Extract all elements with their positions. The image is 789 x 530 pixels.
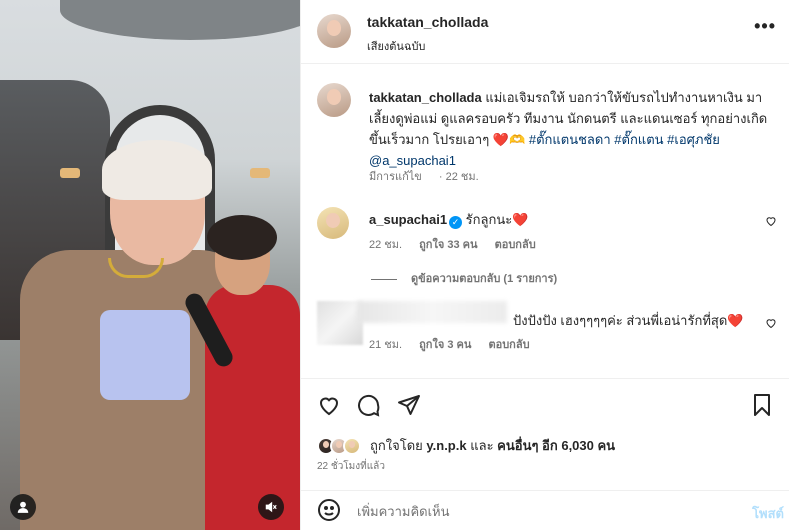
comment-body: ปังปังปัง เฮงๆๆๆๆค่ะ ส่วนพี่เอน่ารักที่ส…: [513, 313, 728, 328]
comment-heart-icon[interactable]: [765, 317, 777, 332]
commenter-username[interactable]: a_supachai1: [369, 212, 447, 227]
caption-avatar[interactable]: [317, 83, 351, 117]
second-person: [205, 215, 300, 530]
heart-emoji: ❤️: [512, 212, 529, 227]
caption-text: takkatan_chollada แม่เอเจิมรถให้ บอกว่าใ…: [369, 87, 769, 171]
add-comment-bar: โพสต์: [301, 490, 789, 530]
comment-body: รักลูกนะ: [465, 212, 513, 227]
edited-label: มีการแก้ไข · 22 ชม.: [369, 171, 479, 183]
author-username[interactable]: takkatan_chollada: [367, 14, 488, 30]
comment-likes[interactable]: ถูกใจ 3 คน: [419, 339, 471, 351]
commenter-avatar[interactable]: [317, 301, 363, 345]
post-details-panel: takkatan_chollada เสียงต้นฉบับ ••• takka…: [300, 0, 789, 530]
hashtag-link[interactable]: #ตั๊กแตนชลดา: [529, 132, 611, 147]
audio-label[interactable]: เสียงต้นฉบับ: [367, 37, 425, 55]
verified-icon: ✓: [449, 216, 463, 229]
comment-meta: 22 ชม. ถูกใจ 33 คน ตอบกลับ: [369, 235, 550, 253]
comments-scroll[interactable]: takkatan_chollada แม่เอเจิมรถให้ บอกว่าใ…: [301, 65, 789, 378]
reply-button[interactable]: ตอบกลับ: [495, 239, 536, 251]
post-button[interactable]: โพสต์: [752, 503, 784, 524]
author-avatar[interactable]: [317, 14, 351, 48]
likes-count[interactable]: ถูกใจโดย y.n.p.k และ คนอื่นๆ อีก 6,030 ค…: [370, 435, 615, 456]
mention-link[interactable]: @a_supachai1: [369, 153, 456, 168]
reply-button[interactable]: ตอบกลับ: [488, 339, 529, 351]
others-count[interactable]: คนอื่นๆ อีก 6,030 คน: [497, 438, 615, 453]
user-tag-icon[interactable]: [10, 494, 36, 520]
more-icon[interactable]: •••: [754, 16, 776, 37]
caption-meta: มีการแก้ไข · 22 ชม.: [369, 167, 507, 185]
caption-username[interactable]: takkatan_chollada: [369, 90, 482, 105]
share-icon[interactable]: [397, 393, 423, 419]
hashtag-link[interactable]: #ตั๊กแตน: [614, 132, 663, 147]
comment-meta: 21 ชม. ถูกใจ 3 คน ตอบกลับ: [369, 335, 544, 353]
likes-summary: ถูกใจโดย y.n.p.k และ คนอื่นๆ อีก 6,030 ค…: [317, 435, 615, 456]
caption-emojis: ❤️🫶: [492, 132, 526, 147]
view-replies-button[interactable]: ดูข้อความตอบกลับ (1 รายการ): [371, 269, 557, 287]
commenter-username-blurred[interactable]: [357, 301, 507, 323]
liker-avatar[interactable]: [343, 436, 361, 455]
save-icon[interactable]: [750, 393, 776, 419]
comment-item: a_supachai1 ✓ รักลูกนะ❤️ 22 ชม. ถูกใจ 33 …: [317, 203, 777, 263]
comment-text: a_supachai1 ✓ รักลูกนะ❤️: [369, 209, 528, 230]
caption: takkatan_chollada แม่เอเจิมรถให้ บอกว่าใ…: [317, 65, 777, 185]
wall-light: [250, 168, 270, 178]
post-video[interactable]: [0, 0, 300, 530]
hashtag-link[interactable]: #เอศุภชัย: [667, 132, 720, 147]
comment-likes[interactable]: ถูกใจ 33 คน: [419, 239, 477, 251]
umbrella: [60, 0, 300, 40]
commenter-avatar[interactable]: [317, 207, 349, 239]
comment-text: ปังปังปัง เฮงๆๆๆๆค่ะ ส่วนพี่เอน่ารักที่ส…: [513, 310, 743, 331]
post-time[interactable]: 22 ชั่วโมงที่แล้ว: [317, 459, 385, 474]
heart-emoji: ❤️: [727, 313, 744, 328]
mute-icon[interactable]: [258, 494, 284, 520]
heart-icon[interactable]: [317, 393, 343, 419]
comment-input[interactable]: [357, 499, 717, 523]
comment-time[interactable]: 22 ชม.: [369, 239, 402, 251]
post-header: takkatan_chollada เสียงต้นฉบับ •••: [301, 0, 789, 64]
post-actions: ถูกใจโดย y.n.p.k และ คนอื่นๆ อีก 6,030 ค…: [301, 378, 789, 490]
emoji-icon[interactable]: [317, 498, 341, 522]
liker-username[interactable]: y.n.p.k: [426, 438, 466, 453]
comment-time[interactable]: 21 ชม.: [369, 339, 402, 351]
comment-icon[interactable]: [357, 393, 383, 419]
comment-heart-icon[interactable]: [765, 215, 777, 230]
